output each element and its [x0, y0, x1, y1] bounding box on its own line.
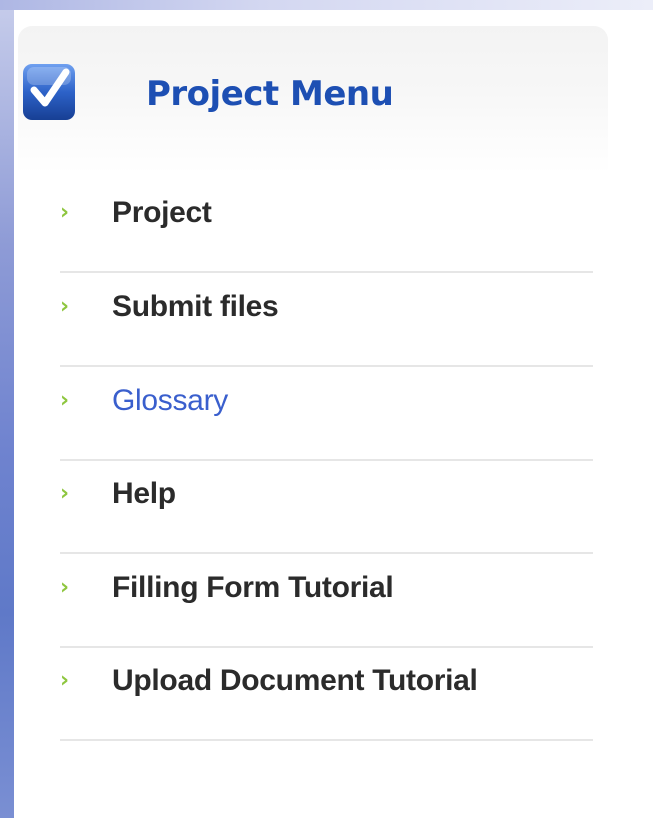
menu-item-filling-form-tutorial[interactable]: › Filling Form Tutorial — [60, 553, 593, 648]
chevron-right-icon: › — [60, 668, 70, 693]
menu-item-label: Submit files — [112, 290, 279, 323]
menu-item-label: Filling Form Tutorial — [112, 571, 394, 604]
menu-item-upload-document-tutorial[interactable]: › Upload Document Tutorial — [60, 646, 593, 741]
checkbox-checked-icon — [23, 64, 75, 120]
chevron-right-icon: › — [60, 200, 70, 225]
menu-item-project[interactable]: › Project — [60, 178, 593, 273]
menu-item-help[interactable]: › Help — [60, 459, 593, 554]
menu-item-label: Glossary — [112, 384, 228, 417]
menu-item-label: Project — [112, 196, 212, 229]
menu-item-glossary[interactable]: › Glossary — [60, 366, 593, 461]
window-frame-left — [0, 0, 14, 818]
chevron-right-icon: › — [60, 481, 70, 506]
window-frame-top — [0, 0, 653, 10]
menu-item-submit-files[interactable]: › Submit files — [60, 272, 593, 367]
chevron-right-icon: › — [60, 388, 70, 413]
menu-item-label: Upload Document Tutorial — [112, 664, 478, 697]
menu-title: Project Menu — [146, 74, 394, 114]
chevron-right-icon: › — [60, 294, 70, 319]
menu-item-label: Help — [112, 477, 176, 510]
chevron-right-icon: › — [60, 575, 70, 600]
